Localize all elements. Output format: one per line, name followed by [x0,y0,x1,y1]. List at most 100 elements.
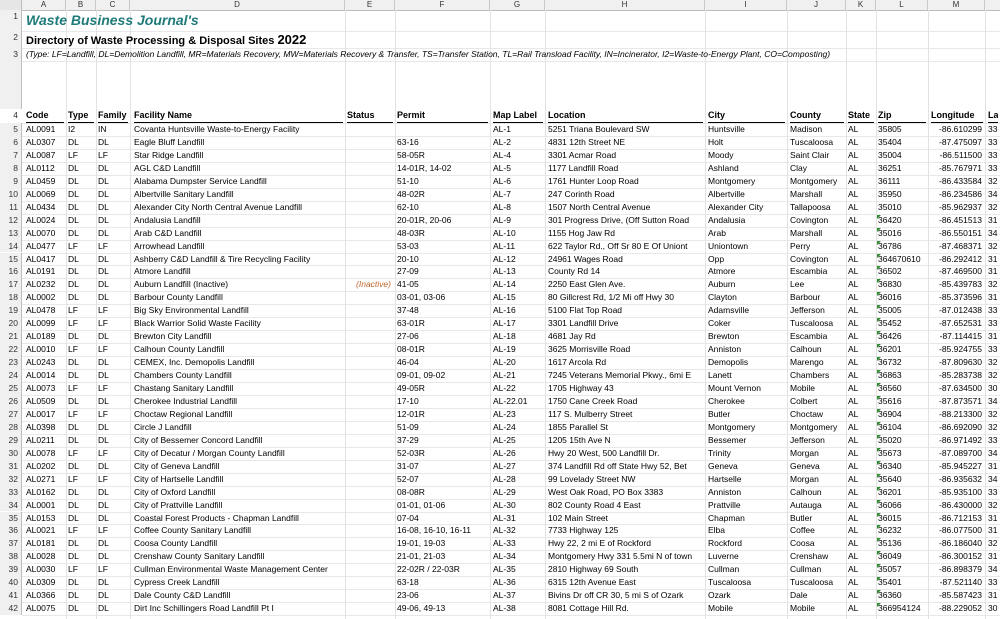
table-cell-longitude[interactable]: -86.433584 [928,175,982,188]
table-cell-type[interactable]: DL [68,486,94,499]
table-cell-map-label[interactable]: AL-29 [493,486,543,499]
table-cell-city[interactable]: Auburn [708,278,785,291]
table-cell-facility-name[interactable]: Chambers County Landfill [134,369,343,382]
table-cell-status[interactable] [346,550,392,563]
table-cell-county[interactable]: Mobile [790,382,844,395]
table-cell-county[interactable]: Coosa [790,537,844,550]
table-cell-county[interactable]: Clay [790,162,844,175]
table-cell-state[interactable]: AL [848,214,874,227]
table-cell-facility-name[interactable]: Cypress Creek Landfill [134,576,343,589]
table-cell-longitude[interactable]: -85.935100 [928,486,982,499]
table-cell-longitude[interactable]: -86.451513 [928,214,982,227]
table-cell-map-label[interactable]: AL-14 [493,278,543,291]
table-cell-location[interactable]: County Rd 14 [548,265,703,278]
table-cell-state[interactable]: AL [848,460,874,473]
table-cell-county[interactable]: Dale [790,589,844,602]
table-cell-type[interactable]: LF [68,240,94,253]
table-cell-location[interactable]: 8081 Cottage Hill Rd. [548,602,703,615]
table-cell-permit[interactable]: 51-10 [397,175,488,188]
table-cell-permit[interactable]: 49-05R [397,382,488,395]
table-cell-permit[interactable]: 20-10 [397,253,488,266]
table-cell-type[interactable]: DL [68,136,94,149]
table-cell-map-label[interactable]: AL-22.01 [493,395,543,408]
table-cell-family[interactable]: DL [98,576,128,589]
table-cell-lat[interactable]: 30. [988,382,998,395]
table-cell-code[interactable]: AL0181 [26,537,64,550]
row-header-33[interactable]: 33 [0,485,22,499]
table-cell-state[interactable]: AL [848,434,874,447]
table-cell-status[interactable] [346,291,392,304]
table-cell-permit[interactable]: 63-01R [397,317,488,330]
table-cell-state[interactable]: AL [848,421,874,434]
table-cell-permit[interactable]: 17-10 [397,395,488,408]
table-cell-status[interactable] [346,304,392,317]
table-cell-location[interactable]: 80 Gillcrest Rd, 1/2 Mi off Hwy 30 [548,291,703,304]
table-cell-state[interactable]: AL [848,382,874,395]
table-cell-family[interactable]: DL [98,201,128,214]
table-cell-county[interactable]: Lee [790,278,844,291]
table-cell-map-label[interactable]: AL-30 [493,499,543,512]
table-cell-lat[interactable]: 33. [988,162,998,175]
table-cell-status[interactable] [346,149,392,162]
table-cell-code[interactable]: AL0366 [26,589,64,602]
table-cell-lat[interactable]: 32. [988,240,998,253]
table-cell-zip[interactable]: 36420 [878,214,926,227]
header-county[interactable]: County [790,109,844,123]
table-cell-facility-name[interactable]: AGL C&D Landfill [134,162,343,175]
column-header-m[interactable]: M [928,0,985,10]
table-cell-facility-name[interactable]: Coffee County Sanitary Landfill [134,524,343,537]
table-cell-lat[interactable]: 33. [988,576,998,589]
table-cell-code[interactable]: AL0078 [26,447,64,460]
column-header-c[interactable]: C [96,0,130,10]
table-cell-zip[interactable]: 36066 [878,499,926,512]
table-cell-zip[interactable]: 35010 [878,201,926,214]
table-cell-county[interactable]: Choctaw [790,408,844,421]
table-cell-county[interactable]: Montgomery [790,175,844,188]
header-state[interactable]: State [848,109,874,123]
table-cell-map-label[interactable]: AL-33 [493,537,543,550]
table-cell-city[interactable]: Mount Vernon [708,382,785,395]
header-facility-name[interactable]: Facility Name [134,109,343,123]
table-cell-family[interactable]: DL [98,602,128,615]
table-cell-status[interactable] [346,265,392,278]
table-cell-longitude[interactable]: -86.712153 [928,512,982,525]
table-cell-state[interactable]: AL [848,369,874,382]
table-cell-status[interactable] [346,576,392,589]
table-cell-status[interactable] [346,201,392,214]
row-header-7[interactable]: 7 [0,148,22,162]
table-cell-facility-name[interactable]: Cherokee Industrial Landfill [134,395,343,408]
table-cell-status[interactable] [346,602,392,615]
row-header-12[interactable]: 12 [0,213,22,227]
table-cell-state[interactable]: AL [848,304,874,317]
table-cell-map-label[interactable]: AL-17 [493,317,543,330]
table-cell-city[interactable]: Montgomery [708,175,785,188]
table-cell-city[interactable]: Demopolis [708,356,785,369]
row-header-3[interactable]: 3 [0,48,22,61]
table-cell-zip[interactable]: 364670610 [878,253,926,266]
table-cell-type[interactable]: DL [68,434,94,447]
table-cell-city[interactable]: Elba [708,524,785,537]
table-cell-code[interactable]: AL0398 [26,421,64,434]
table-cell-code[interactable]: AL0021 [26,524,64,537]
table-cell-facility-name[interactable]: Auburn Landfill (Inactive) [134,278,343,291]
table-cell-family[interactable]: LF [98,447,128,460]
table-cell-status[interactable] [346,188,392,201]
table-cell-facility-name[interactable]: Atmore Landfill [134,265,343,278]
table-cell-map-label[interactable]: AL-9 [493,214,543,227]
table-cell-permit[interactable]: 12-01R [397,408,488,421]
table-cell-county[interactable]: Marshall [790,188,844,201]
table-cell-lat[interactable]: 34. [988,473,998,486]
table-cell-code[interactable]: AL0075 [26,602,64,615]
table-cell-lat[interactable]: 32. [988,369,998,382]
table-cell-type[interactable]: DL [68,278,94,291]
table-cell-location[interactable]: 7245 Veterans Memorial Pkwy., 6mi E [548,369,703,382]
table-cell-status[interactable] [346,512,392,525]
table-cell-permit[interactable]: 62-10 [397,201,488,214]
table-cell-state[interactable]: AL [848,253,874,266]
table-cell-family[interactable]: DL [98,550,128,563]
table-cell-zip[interactable]: 35401 [878,576,926,589]
table-cell-zip[interactable]: 36111 [878,175,926,188]
table-cell-status[interactable] [346,434,392,447]
table-cell-location[interactable]: 1205 15th Ave N [548,434,703,447]
table-cell-permit[interactable]: 27-06 [397,330,488,343]
